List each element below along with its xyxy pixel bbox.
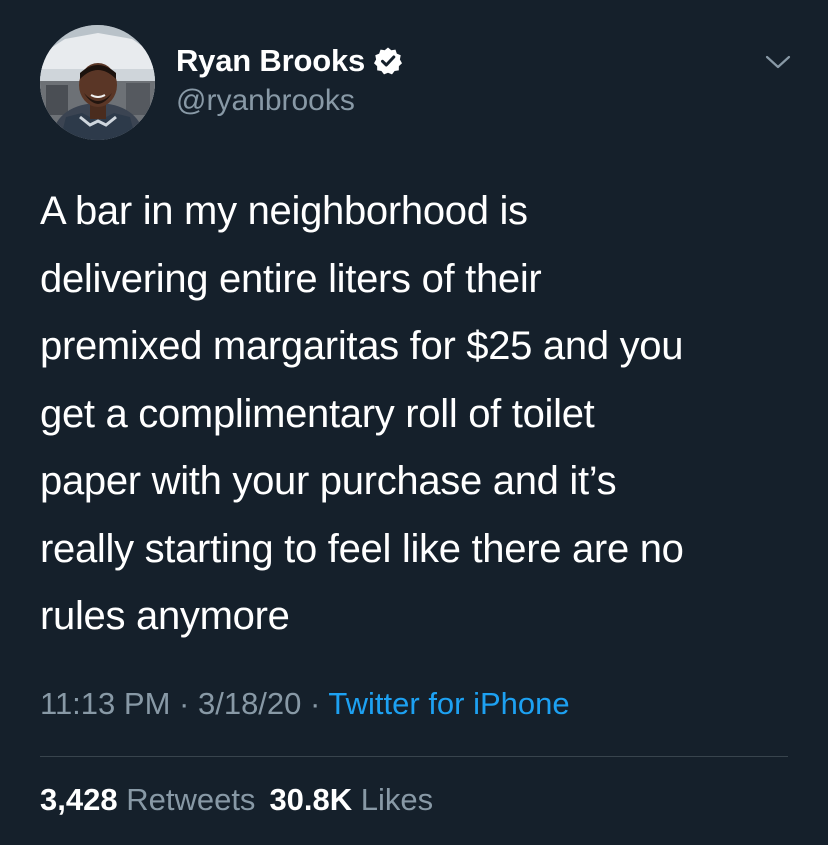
tweet-detail: Ryan Brooks @ryanbrooks A bar in my neig… (0, 0, 828, 845)
tweet-text-line: get a complimentary roll of toilet (40, 391, 595, 436)
tweet-text-line: rules anymore (40, 594, 290, 638)
divider (40, 756, 788, 757)
tweet-text-line: delivering entire liters of their (40, 256, 542, 301)
retweets-label: Retweets (126, 782, 256, 817)
meta-separator: · (179, 686, 190, 721)
likes-count: 30.8K (269, 782, 353, 817)
tweet-text-line: really starting to feel like there are n… (40, 526, 684, 571)
avatar-photo-icon (40, 25, 155, 140)
tweet-date[interactable]: 3/18/20 (198, 686, 301, 721)
avatar[interactable] (40, 25, 155, 140)
retweets-count: 3,428 (40, 782, 118, 817)
author-handle[interactable]: @ryanbrooks (176, 84, 355, 118)
engagement-stats: 3,428 Retweets 30.8K Likes (40, 782, 433, 818)
author-name-row: Ryan Brooks (176, 42, 403, 80)
meta-separator: · (310, 686, 321, 721)
tweet-source-link[interactable]: Twitter for iPhone (328, 686, 569, 721)
tweet-text-line: premixed margaritas for $25 and you (40, 324, 684, 368)
tweet-text: A bar in my neighborhood is delivering e… (40, 178, 800, 651)
tweet-meta: 11:13 PM · 3/18/20 · Twitter for iPhone (40, 686, 570, 722)
verified-badge-icon (373, 46, 403, 76)
tweet-time[interactable]: 11:13 PM (40, 686, 170, 721)
tweet-text-line: A bar in my neighborhood is (40, 189, 528, 233)
retweets-stat[interactable]: 3,428 Retweets (40, 782, 255, 817)
tweet-text-line: paper with your purchase and it’s (40, 459, 617, 503)
likes-label: Likes (360, 782, 434, 817)
chevron-down-icon[interactable] (764, 52, 792, 72)
likes-stat[interactable]: 30.8K Likes (269, 782, 433, 817)
display-name[interactable]: Ryan Brooks (176, 43, 365, 79)
